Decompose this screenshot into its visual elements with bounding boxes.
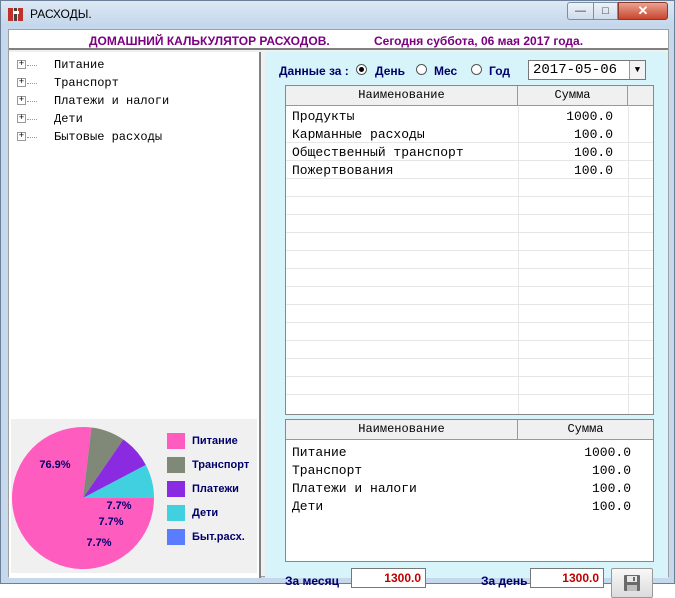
col-header-name[interactable]: Наименование xyxy=(286,420,518,440)
app-logo-icon xyxy=(8,8,23,21)
date-value: 2017-05-06 xyxy=(533,62,618,78)
radio-year[interactable] xyxy=(471,64,482,75)
row-name: Транспорт xyxy=(292,463,363,478)
row-name: Пожертвования xyxy=(292,163,394,178)
window-title: РАСХОДЫ. xyxy=(30,7,92,21)
pie-label: 7.7% xyxy=(98,516,123,528)
summary-grid[interactable]: Наименование Сумма Питание 1000.0 Трансп… xyxy=(285,419,654,562)
legend-swatch-food xyxy=(167,433,185,449)
legend-label-transport: Транспорт xyxy=(192,459,250,471)
banner: ДОМАШНИЙ КАЛЬКУЛЯТОР РАСХОДОВ. Сегодня с… xyxy=(9,30,668,50)
row-name: Питание xyxy=(292,445,347,460)
tree-item-label: Питание xyxy=(54,58,105,72)
table-row[interactable]: Общественный транспорт 100.0 xyxy=(286,144,653,162)
app-window: РАСХОДЫ. — □ ✕ ДОМАШНИЙ КАЛЬКУЛЯТОР РАСХ… xyxy=(0,0,675,598)
table-row[interactable]: Продукты 1000.0 xyxy=(286,108,653,126)
app-heading: ДОМАШНИЙ КАЛЬКУЛЯТОР РАСХОДОВ. xyxy=(89,34,330,48)
legend-swatch-household xyxy=(167,529,185,545)
row-sum: 100.0 xyxy=(591,499,631,514)
summary-grid-header: Наименование Сумма xyxy=(286,420,653,440)
pie-label: 76.9% xyxy=(39,459,70,471)
expand-icon[interactable]: + xyxy=(17,60,26,69)
tree-item-label: Транспорт xyxy=(54,76,119,90)
row-name: Общественный транспорт xyxy=(292,145,464,160)
floppy-disk-icon xyxy=(624,575,640,591)
pie-label: 7.7% xyxy=(106,500,131,512)
col-header-sum[interactable]: Сумма xyxy=(518,420,653,440)
today-text: Сегодня суббота, 06 мая 2017 года. xyxy=(374,34,584,48)
radio-year-label[interactable]: Год xyxy=(489,64,510,78)
close-button[interactable]: ✕ xyxy=(618,2,668,20)
legend-label-children: Дети xyxy=(192,507,219,519)
legend-label-food: Питание xyxy=(192,435,238,447)
row-name: Продукты xyxy=(292,109,355,124)
legend-label-household: Быт.расх. xyxy=(192,531,245,543)
legend-swatch-transport xyxy=(167,457,185,473)
legend-swatch-payments xyxy=(167,481,185,497)
expand-icon[interactable]: + xyxy=(17,78,26,87)
detail-grid-header: Наименование Сумма xyxy=(286,86,653,106)
row-sum: 100.0 xyxy=(591,481,631,496)
table-row[interactable]: Карманные расходы 100.0 xyxy=(286,126,653,144)
tree-item-label: Бытовые расходы xyxy=(54,130,163,144)
client-area: ДОМАШНИЙ КАЛЬКУЛЯТОР РАСХОДОВ. Сегодня с… xyxy=(8,29,669,598)
radio-day[interactable] xyxy=(356,64,367,75)
col-header-name[interactable]: Наименование xyxy=(286,86,518,106)
radio-day-label[interactable]: День xyxy=(375,64,405,78)
legend-label-payments: Платежи xyxy=(192,483,239,495)
row-name: Карманные расходы xyxy=(292,127,425,142)
row-sum: 100.0 xyxy=(573,145,613,160)
day-total-field: 1300.0 xyxy=(530,568,604,588)
tree-item-label: Дети xyxy=(54,112,83,126)
chevron-down-icon[interactable]: ▼ xyxy=(629,61,645,79)
row-sum: 1000.0 xyxy=(584,445,631,460)
maximize-button[interactable]: □ xyxy=(593,2,618,20)
expand-icon[interactable]: + xyxy=(17,132,26,141)
row-name: Платежи и налоги xyxy=(292,481,417,496)
table-row[interactable]: Транспорт 100.0 xyxy=(286,462,653,480)
tree-item-label: Платежи и налоги xyxy=(54,94,170,108)
day-total-label: За день xyxy=(481,574,528,588)
col-header-sum[interactable]: Сумма xyxy=(518,86,628,106)
period-label: Данные за : xyxy=(279,64,349,78)
row-sum: 100.0 xyxy=(573,163,613,178)
table-row[interactable]: Пожертвования 100.0 xyxy=(286,162,653,180)
month-total-label: За месяц xyxy=(285,574,339,588)
pie-label: 7.7% xyxy=(86,537,111,549)
row-sum: 1000.0 xyxy=(566,109,613,124)
detail-grid[interactable]: Наименование Сумма Продукты 1000.0 Карма… xyxy=(285,85,654,415)
table-row[interactable]: Дети 100.0 xyxy=(286,498,653,516)
category-tree-panel: + Питание + Транспорт + Платежи и налоги… xyxy=(9,52,261,578)
expand-icon[interactable]: + xyxy=(17,114,26,123)
row-sum: 100.0 xyxy=(573,127,613,142)
title-bar[interactable]: РАСХОДЫ. — □ ✕ xyxy=(1,1,674,27)
minimize-button[interactable]: — xyxy=(567,2,593,20)
pie-chart: 76.9% 7.7% 7.7% 7.7% xyxy=(12,427,154,569)
row-name: Дети xyxy=(292,499,324,514)
table-row[interactable]: Питание 1000.0 xyxy=(286,444,653,462)
table-row[interactable]: Платежи и налоги 100.0 xyxy=(286,480,653,498)
data-panel: Данные за : День Мес Год 2017-05-06 ▼ На… xyxy=(265,52,668,598)
row-sum: 100.0 xyxy=(591,463,631,478)
save-button[interactable] xyxy=(611,568,653,598)
expand-icon[interactable]: + xyxy=(17,96,26,105)
date-picker[interactable]: 2017-05-06 ▼ xyxy=(528,60,646,80)
pie-chart-box: 76.9% 7.7% 7.7% 7.7% Питание Транспорт Плат… xyxy=(11,419,257,573)
month-total-field: 1300.0 xyxy=(351,568,426,588)
radio-month-label[interactable]: Мес xyxy=(434,64,457,78)
radio-month[interactable] xyxy=(416,64,427,75)
legend-swatch-children xyxy=(167,505,185,521)
